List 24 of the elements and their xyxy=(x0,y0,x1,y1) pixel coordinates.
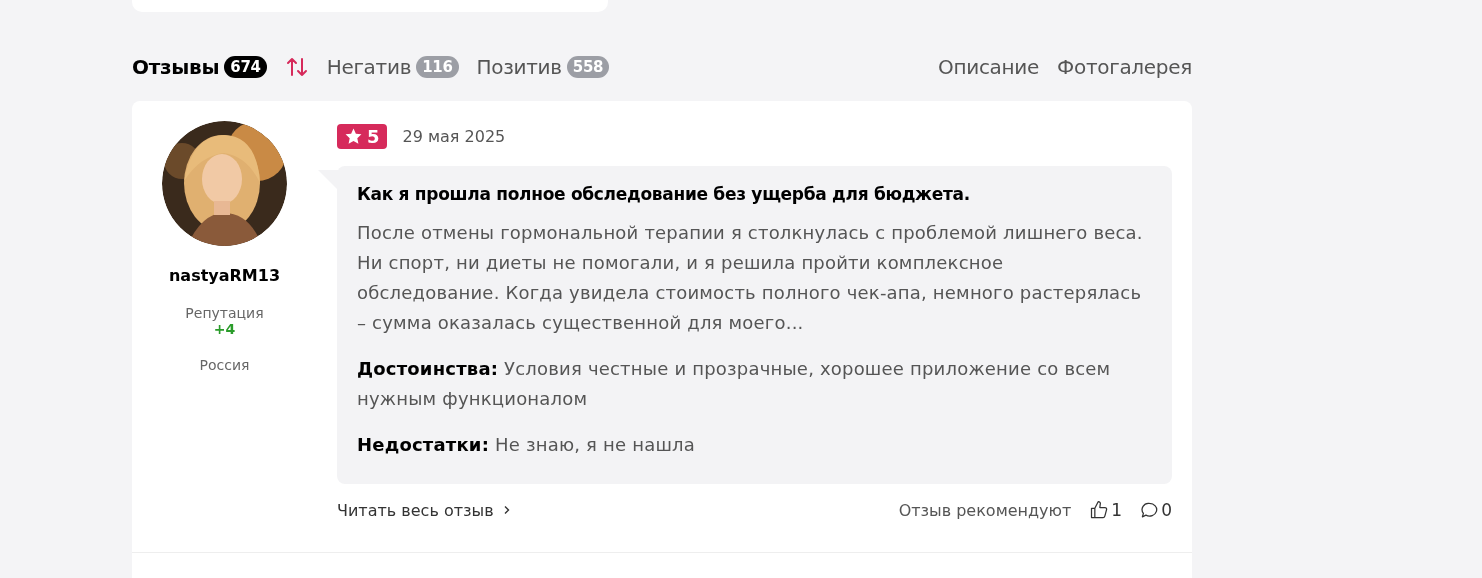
count-badge: 116 xyxy=(416,56,459,78)
section-link[interactable]: Описание xyxy=(938,55,1040,79)
reviews-tab[interactable]: Негатив 116 xyxy=(326,55,459,79)
comment-button[interactable]: 0 xyxy=(1140,500,1172,520)
review-date: 29 мая 2025 xyxy=(402,126,506,146)
read-more-link[interactable]: Читать весь отзыв xyxy=(337,500,512,520)
reputation-label: Репутация xyxy=(185,305,264,321)
reviews-tab[interactable]: Позитив 558 xyxy=(476,55,610,79)
count-badge: 674 xyxy=(224,56,267,78)
count-badge: 558 xyxy=(566,56,610,78)
review-text: После отмены гормональной терапии я столкнулась с проблемой лишнего веса. Ни спорт, ни диеты не помогали, и я решила пройти комплексное обследование. Когда увидела стоимость полного чек-апа, немного растерялась – сумма оказалась существенной для моего... xyxy=(357,221,1144,335)
author-country: Россия xyxy=(199,357,250,373)
pros-text: Достоинства: Условия честные и прозрачные, хорошее приложение со всем нужным функционалом xyxy=(357,357,1112,411)
review-title: Как я прошла полное обследование без ущерба для бюджета. xyxy=(357,184,971,204)
reviews-tab[interactable]: Отзывы 674 xyxy=(132,55,309,79)
sort-icon[interactable] xyxy=(284,55,309,79)
star-icon xyxy=(344,126,363,146)
cons-text: Недостатки: Не знаю, я не нашла xyxy=(357,433,697,457)
rating-badge: 5 xyxy=(337,123,387,149)
section-link[interactable]: Фотогалерея xyxy=(1057,55,1192,79)
recommend-label: Отзыв рекомендуют xyxy=(898,500,1072,520)
like-button[interactable]: 1 xyxy=(1089,500,1123,520)
reputation-value: +4 xyxy=(213,321,236,337)
author-name[interactable]: nastyaRM13 xyxy=(168,266,281,285)
